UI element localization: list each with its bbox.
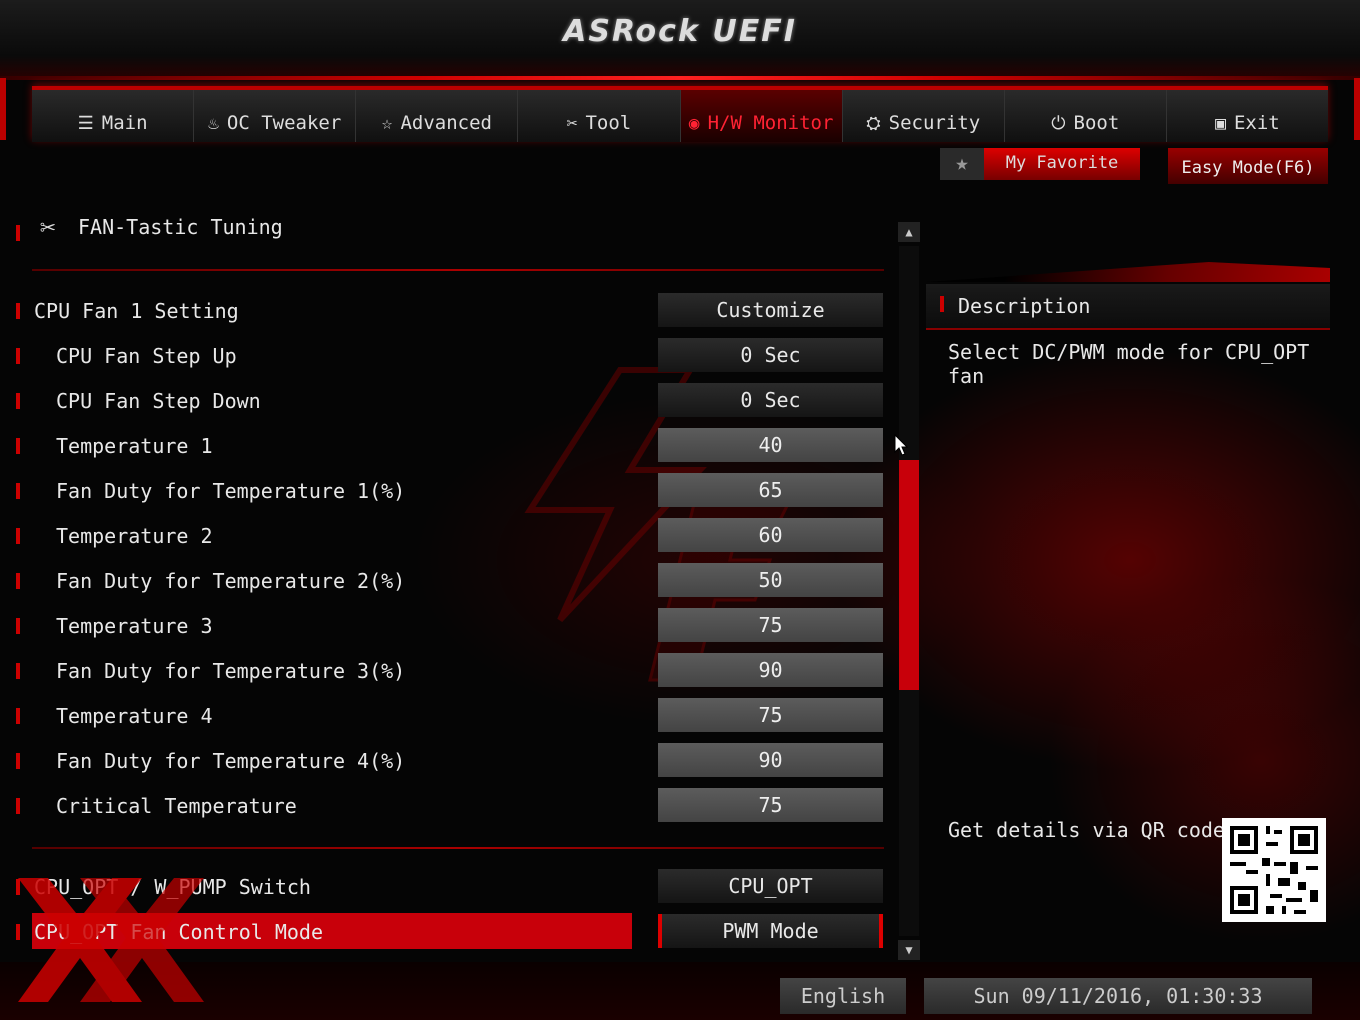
- setting-row-fan-duty-2[interactable]: Fan Duty for Temperature 2(%) 50: [16, 561, 886, 601]
- setting-value[interactable]: 90: [658, 653, 883, 687]
- row-marker: [16, 528, 20, 544]
- monitor-icon: ◉: [688, 113, 700, 134]
- setting-value[interactable]: PWM Mode: [658, 914, 883, 948]
- setting-value[interactable]: Customize: [658, 293, 883, 327]
- setting-value[interactable]: 0 Sec: [658, 383, 883, 417]
- scrollbar-thumb[interactable]: [899, 460, 919, 690]
- row-marker: [16, 393, 20, 409]
- row-marker: [16, 708, 20, 724]
- power-icon: ⏻: [1051, 113, 1066, 134]
- tab-security[interactable]: ⛭ Security: [843, 90, 1005, 142]
- tab-exit[interactable]: ▣ Exit: [1167, 90, 1328, 142]
- qr-label: Get details via QR code: [948, 818, 1225, 842]
- asrock-uefi-logo: ASRock UEFI: [563, 14, 797, 49]
- mouse-cursor-icon: [894, 434, 909, 456]
- setting-value[interactable]: CPU_OPT: [658, 869, 883, 903]
- setting-value[interactable]: 75: [658, 608, 883, 642]
- setting-label: Temperature 4: [56, 704, 213, 728]
- row-marker: [16, 348, 20, 364]
- tab-boot[interactable]: ⏻ Boot: [1005, 90, 1167, 142]
- row-marker: [16, 798, 20, 814]
- description-header: Description: [926, 284, 1330, 330]
- setting-row-cpu-fan-step-up[interactable]: CPU Fan Step Up 0 Sec: [16, 336, 886, 376]
- setting-label: Critical Temperature: [56, 794, 297, 818]
- setting-row-fan-duty-1[interactable]: Fan Duty for Temperature 1(%) 65: [16, 471, 886, 511]
- setting-value[interactable]: 75: [658, 788, 883, 822]
- row-marker: [16, 618, 20, 634]
- easy-mode-button[interactable]: Easy Mode(F6): [1168, 148, 1328, 184]
- tab-tool[interactable]: ✂ Tool: [518, 90, 681, 142]
- setting-label: Temperature 1: [56, 434, 213, 458]
- main-nav: ☰ Main ♨ OC Tweaker ☆ Advanced ✂ Tool ◉ H/W M…: [32, 86, 1328, 142]
- setting-label: Temperature 3: [56, 614, 213, 638]
- settings-panel: ✂ FAN-Tastic Tuning CPU Fan 1 Setting Cu…: [16, 205, 886, 965]
- star-icon: ★: [940, 148, 984, 180]
- shield-icon: ⛭: [866, 113, 881, 134]
- setting-row-critical-temperature[interactable]: Critical Temperature 75: [16, 786, 886, 826]
- description-title: Description: [958, 294, 1091, 318]
- qr-code-icon: [1222, 818, 1326, 922]
- setting-value[interactable]: 90: [658, 743, 883, 777]
- row-marker: [16, 225, 20, 241]
- row-marker: [16, 573, 20, 589]
- tab-advanced[interactable]: ☆ Advanced: [356, 90, 519, 142]
- fan-tuning-icon: ✂: [40, 213, 56, 243]
- watermark-logo: [18, 878, 204, 1002]
- tab-main[interactable]: ☰ Main: [32, 90, 195, 142]
- setting-value[interactable]: 65: [658, 473, 883, 507]
- header: ASRock UEFI: [0, 0, 1360, 80]
- setting-row-temperature-2[interactable]: Temperature 2 60: [16, 516, 886, 556]
- setting-row-fan-duty-4[interactable]: Fan Duty for Temperature 4(%) 90: [16, 741, 886, 781]
- setting-row-cpu-fan-step-down[interactable]: CPU Fan Step Down 0 Sec: [16, 381, 886, 421]
- setting-row-temperature-3[interactable]: Temperature 3 75: [16, 606, 886, 646]
- setting-label: CPU Fan Step Up: [56, 344, 237, 368]
- tab-oc-tweaker[interactable]: ♨ OC Tweaker: [194, 90, 357, 142]
- row-marker: [16, 663, 20, 679]
- setting-row-cpu-fan-1-setting[interactable]: CPU Fan 1 Setting Customize: [16, 291, 886, 331]
- row-marker: [16, 438, 20, 454]
- section-header: ✂ FAN-Tastic Tuning: [16, 205, 886, 251]
- datetime-display: Sun 09/11/2016, 01:30:33: [924, 978, 1312, 1014]
- section-title: FAN-Tastic Tuning: [78, 215, 283, 239]
- row-marker: [16, 753, 20, 769]
- row-marker: [16, 303, 20, 319]
- setting-value[interactable]: 60: [658, 518, 883, 552]
- tools-icon: ✂: [566, 113, 578, 134]
- setting-label: Fan Duty for Temperature 4(%): [56, 749, 406, 773]
- setting-value[interactable]: 0 Sec: [658, 338, 883, 372]
- setting-value[interactable]: 75: [658, 698, 883, 732]
- description-decor: [926, 262, 1330, 282]
- tab-hw-monitor[interactable]: ◉ H/W Monitor: [680, 90, 843, 142]
- setting-value[interactable]: 40: [658, 428, 883, 462]
- setting-label: Fan Duty for Temperature 1(%): [56, 479, 406, 503]
- setting-label: Fan Duty for Temperature 2(%): [56, 569, 406, 593]
- scroll-down-button[interactable]: ▼: [898, 940, 920, 960]
- list-icon: ☰: [77, 113, 94, 134]
- setting-row-temperature-1[interactable]: Temperature 1 40: [16, 426, 886, 466]
- left-edge-mark: [0, 78, 6, 140]
- setting-label: Temperature 2: [56, 524, 213, 548]
- my-favorite-button[interactable]: ★ My Favorite: [940, 148, 1140, 180]
- row-marker: [16, 483, 20, 499]
- setting-label: CPU Fan 1 Setting: [34, 299, 239, 323]
- setting-label: Fan Duty for Temperature 3(%): [56, 659, 406, 683]
- my-favorite-label: My Favorite: [984, 148, 1140, 180]
- scroll-up-button[interactable]: ▲: [898, 222, 920, 242]
- setting-row-temperature-4[interactable]: Temperature 4 75: [16, 696, 886, 736]
- setting-value[interactable]: 50: [658, 563, 883, 597]
- setting-label: CPU Fan Step Down: [56, 389, 261, 413]
- language-button[interactable]: English: [780, 978, 906, 1014]
- flame-icon: ♨: [208, 113, 219, 134]
- divider: [32, 847, 884, 849]
- row-marker: [940, 296, 944, 312]
- description-text: Select DC/PWM mode for CPU_OPT fan: [948, 340, 1310, 388]
- right-edge-mark: [1354, 78, 1360, 140]
- star-icon: ☆: [381, 113, 393, 134]
- divider: [32, 269, 884, 271]
- exit-icon: ▣: [1215, 113, 1226, 134]
- setting-row-fan-duty-3[interactable]: Fan Duty for Temperature 3(%) 90: [16, 651, 886, 691]
